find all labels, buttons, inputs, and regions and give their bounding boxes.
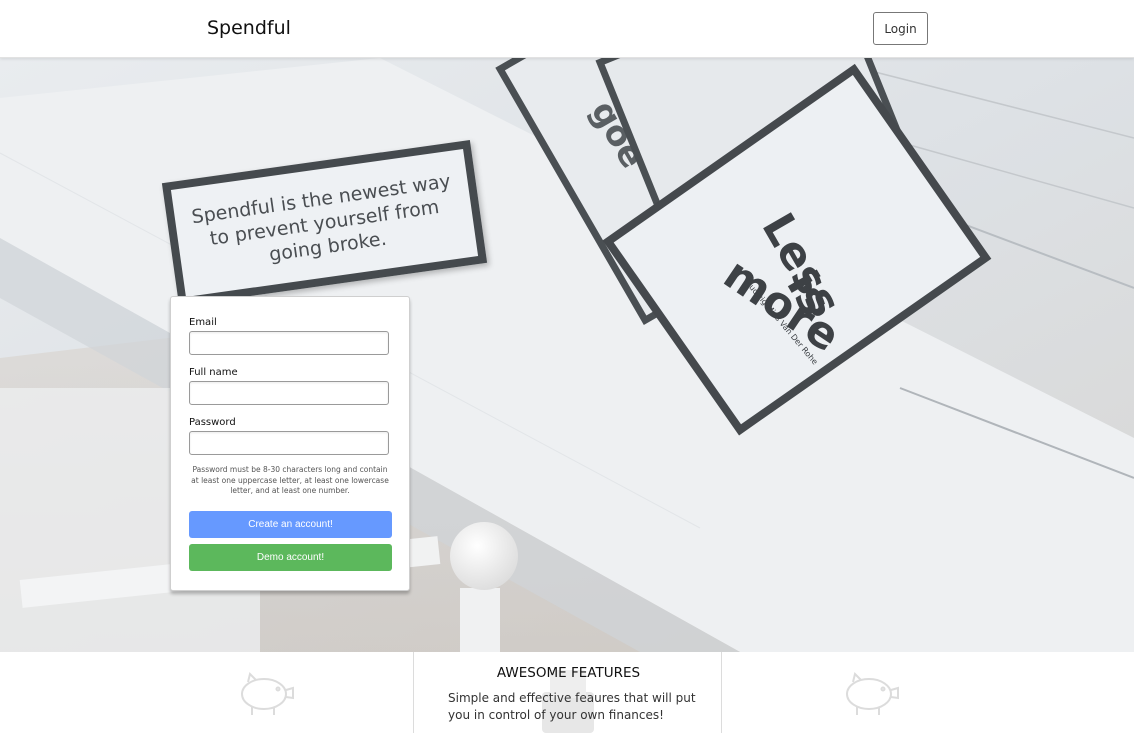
password-hint: Password must be 8-30 characters long an… bbox=[191, 465, 389, 495]
brand-logo[interactable]: Spendful bbox=[207, 17, 291, 39]
top-navbar: Spendful Login bbox=[0, 0, 1134, 58]
email-label: Email bbox=[189, 317, 217, 328]
create-account-button[interactable]: Create an account! bbox=[189, 511, 392, 538]
login-button[interactable]: Login bbox=[873, 12, 928, 45]
email-field[interactable] bbox=[189, 331, 389, 355]
tagline-text: Spendful is the newest way to prevent yo… bbox=[190, 170, 453, 266]
signup-form: Email Full name Password Password must b… bbox=[170, 296, 410, 591]
features-section: AWESOME FEATURES Simple and effective fe… bbox=[0, 652, 1134, 733]
features-description: Simple and effective feaures that will p… bbox=[448, 691, 696, 722]
password-field[interactable] bbox=[189, 431, 389, 455]
features-title: AWESOME FEATURES bbox=[496, 665, 641, 681]
fullname-field[interactable] bbox=[189, 381, 389, 405]
piggy-bank-icon bbox=[241, 672, 294, 715]
feature-column-awesome: AWESOME FEATURES Simple and effective fe… bbox=[413, 652, 722, 733]
password-label: Password bbox=[189, 417, 236, 428]
piggy-bank-icon bbox=[846, 672, 899, 715]
demo-account-button[interactable]: Demo account! bbox=[189, 544, 392, 571]
fullname-label: Full name bbox=[189, 367, 238, 378]
